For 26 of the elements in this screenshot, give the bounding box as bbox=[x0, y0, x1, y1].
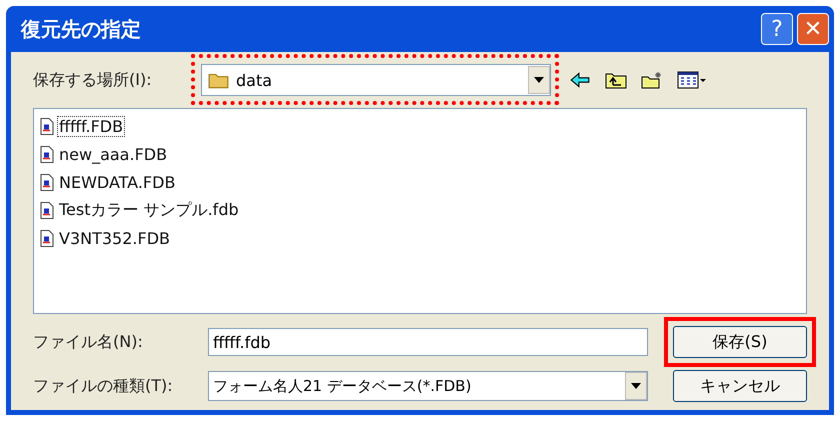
file-item[interactable]: fffff.FDB bbox=[40, 112, 800, 140]
save-button[interactable]: 保存(S) bbox=[673, 326, 807, 358]
document-icon bbox=[40, 144, 54, 164]
close-button[interactable]: ✕ bbox=[797, 13, 829, 45]
folder-icon bbox=[208, 71, 230, 89]
document-icon bbox=[40, 172, 54, 192]
window-title: 復元先の指定 bbox=[21, 16, 141, 42]
file-item[interactable]: Testカラー サンプル.fdb bbox=[40, 196, 800, 224]
filename-field[interactable]: fffff.fdb bbox=[208, 328, 648, 356]
filetype-dropdown[interactable]: フォーム名人21 データベース(*.FDB) bbox=[208, 371, 648, 401]
cancel-button[interactable]: キャンセル bbox=[673, 370, 807, 402]
location-label: 保存する場所(I): bbox=[33, 70, 153, 90]
filename-label: ファイル名(N): bbox=[33, 332, 144, 352]
back-arrow-icon[interactable] bbox=[569, 71, 591, 89]
file-item[interactable]: V3NT352.FDB bbox=[40, 224, 800, 252]
view-menu-icon[interactable] bbox=[677, 71, 707, 89]
file-item[interactable]: new_aaa.FDB bbox=[40, 140, 800, 168]
document-icon bbox=[40, 200, 54, 220]
document-icon bbox=[40, 228, 54, 248]
help-button[interactable]: ? bbox=[761, 13, 793, 45]
filetype-label: ファイルの種類(T): bbox=[33, 376, 174, 396]
document-icon bbox=[40, 116, 54, 136]
location-dropdown[interactable]: data bbox=[201, 64, 551, 96]
folder-up-icon[interactable] bbox=[605, 71, 627, 89]
file-item[interactable]: NEWDATA.FDB bbox=[40, 168, 800, 196]
new-folder-icon[interactable] bbox=[641, 71, 663, 89]
